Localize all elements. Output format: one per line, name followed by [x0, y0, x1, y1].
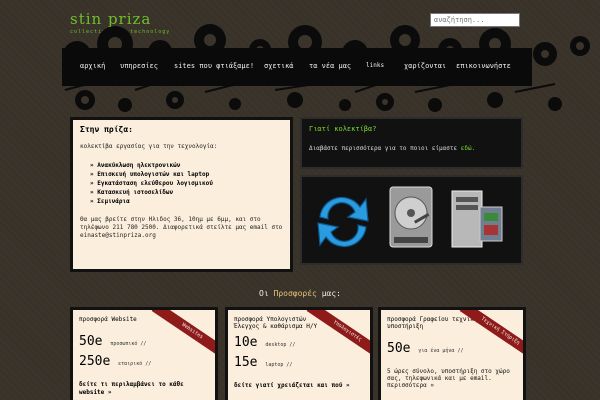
offers-heading: Οι Προσφορές μας: — [0, 289, 600, 298]
offers-heading-suffix: μας: — [321, 289, 341, 298]
main-nav: αρχική υπηρεσίες sites που φτιάξαμε! σχε… — [62, 48, 532, 86]
nav-item-news[interactable]: τα νέα μας — [309, 62, 351, 70]
price-amount: 50e — [387, 341, 411, 356]
icons-panel — [300, 175, 523, 265]
intro-subtitle: κολεκτίβα εργασίας για την τεχνολογία: — [80, 143, 218, 150]
price-label: desktop // — [265, 342, 296, 348]
offer-card-computers: προσφορά Υπολογιστών Έλεγχος & καθάρισμα… — [225, 307, 373, 400]
price-row: 250e εταιρικό // — [79, 353, 209, 373]
site-header: stin priza collective for technology αρχ… — [0, 0, 600, 115]
price-list: 50e για ένα μήνα // — [387, 340, 517, 360]
icons-svg — [317, 186, 503, 248]
intro-panel: Στην πρίζα: κολεκτίβα εργασίας για την τ… — [70, 117, 293, 272]
price-row: 15e laptop // — [234, 354, 364, 374]
nav-item-home[interactable]: αρχική — [80, 62, 105, 70]
offers-heading-emphasis: Προσφορές — [273, 289, 317, 298]
why-collective-panel: Γιατί κολεκτίβα? Διαβάστε περισσότερα γι… — [300, 117, 523, 169]
price-amount: 10e — [234, 335, 258, 350]
offers-heading-prefix: Οι — [259, 289, 269, 298]
intro-title: Στην πρίζα: — [80, 125, 133, 134]
price-label: για ένα μήνα // — [418, 348, 464, 354]
price-amount: 50e — [79, 334, 103, 349]
nav-item-contact[interactable]: επικοινωνήστε — [456, 62, 511, 70]
offer-description: 5 ώρες σύνολο, υποστήριξη στο χώρο σας, … — [387, 368, 510, 389]
nav-item-giveaways[interactable]: χαρίζονται — [404, 62, 446, 70]
list-item[interactable]: Ανακύκλωση ηλεκτρονικών — [90, 161, 283, 170]
offer-more-link[interactable]: δείτε τι περιλαμβάνει το κάθε website » — [79, 381, 209, 397]
computer-tower-icon — [451, 190, 503, 248]
price-list: 50e προσωπικό // 250e εταιρικό // — [79, 333, 209, 373]
nav-item-links[interactable]: links — [366, 62, 384, 69]
price-label: προσωπικό // — [110, 341, 147, 347]
list-item[interactable]: Επισκευή υπολογιστών και laptop — [90, 170, 283, 179]
list-item[interactable]: Εγκατάσταση ελεύθερου λογισμικού — [90, 179, 283, 188]
nav-item-sites[interactable]: sites που φτιάξαμε! — [174, 62, 254, 70]
list-item[interactable]: Κατασκευή ιστοσελίδων — [90, 188, 283, 197]
price-amount: 15e — [234, 355, 258, 370]
price-label: laptop // — [265, 362, 293, 368]
price-label: εταιρικό // — [118, 361, 152, 367]
contact-text: Θα μας βρείτε στην Ηλιδος 36, 10ημ με 6μ… — [80, 216, 283, 239]
recycle-arrows-icon — [317, 196, 369, 248]
nav-item-services[interactable]: υπηρεσίες — [120, 62, 158, 70]
price-amount: 250e — [79, 354, 111, 369]
why-title: Γιατί κολεκτίβα? — [309, 125, 377, 133]
nav-item-about[interactable]: σχετικά — [264, 62, 294, 70]
offer-card-support: προσφορά Γραφείου τεχνική υποστήριξη Τεχ… — [378, 307, 526, 400]
price-list: 10e desktop // 15e laptop // — [234, 334, 364, 374]
why-text: Διαβάστε περισσότερα για το ποιοι είμαστ… — [309, 145, 514, 152]
price-row: 50e για ένα μήνα // — [387, 340, 517, 360]
offer-card-website: προσφορά Website Websites 50e προσωπικό … — [70, 307, 218, 400]
why-text-body: Διαβάστε περισσότερα για το ποιοι είμαστ… — [309, 145, 458, 152]
services-list: Ανακύκλωση ηλεκτρονικών Επισκευή υπολογι… — [90, 161, 283, 206]
why-link[interactable]: εδώ. — [461, 145, 475, 152]
offer-more-link[interactable]: δείτε γιατί χρειάζεται και πού » — [234, 382, 364, 390]
list-item[interactable]: Σεμινάρια — [90, 197, 283, 206]
hard-drive-icon — [389, 186, 433, 248]
